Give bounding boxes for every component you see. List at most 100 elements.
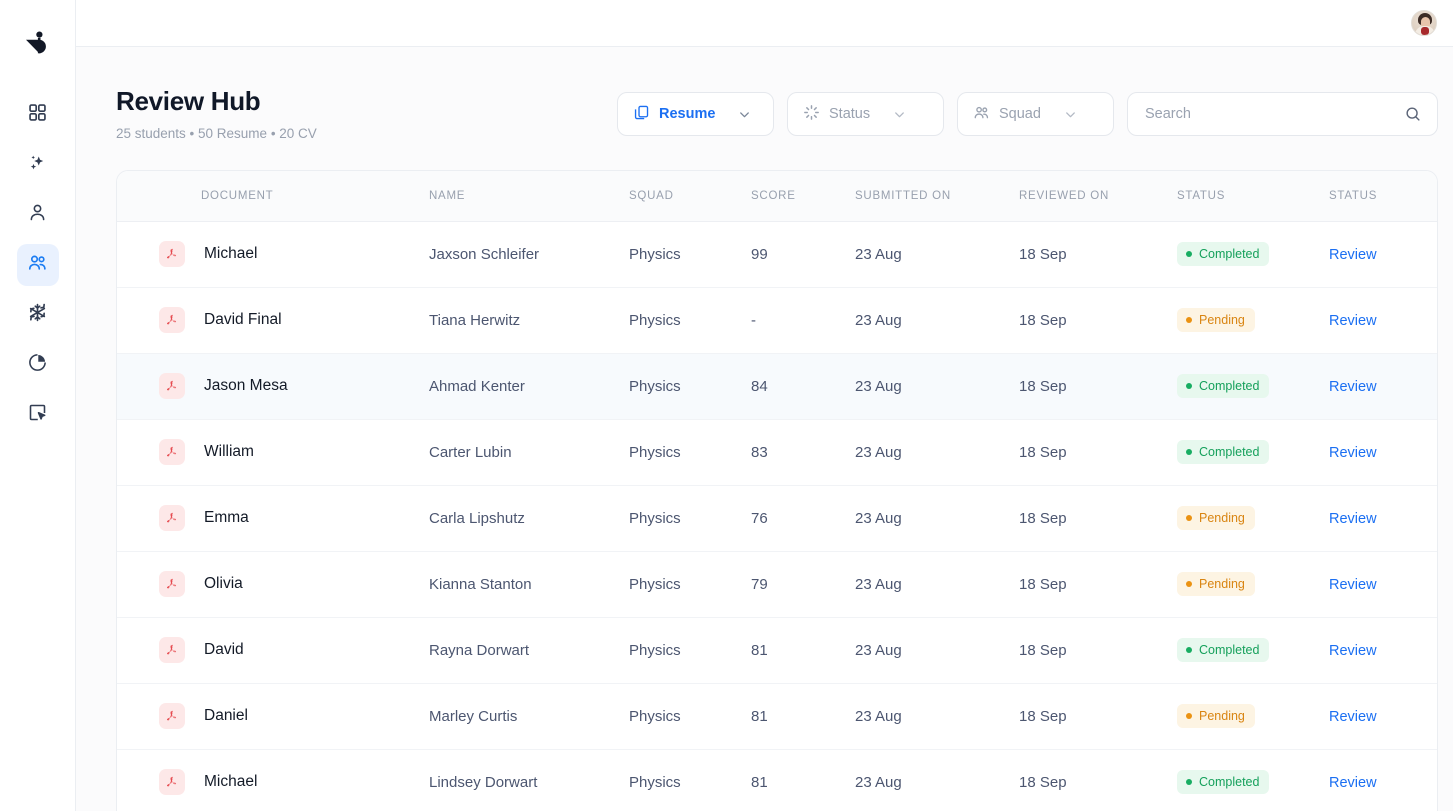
cell-squad: Physics [629, 749, 751, 811]
column-header-status[interactable]: STATUS [1177, 171, 1329, 222]
sidebar [0, 0, 76, 811]
copy-document-icon [633, 104, 650, 125]
column-header-squad[interactable]: SQUAD [629, 171, 751, 222]
table-row[interactable]: David Rayna Dorwart Physics 81 23 Aug 18… [117, 617, 1437, 684]
column-header-reviewed-on[interactable]: REVIEWED ON [1019, 171, 1177, 222]
table-row[interactable]: Emma Carla Lipshutz Physics 76 23 Aug 18… [117, 485, 1437, 552]
status-dot [1186, 449, 1192, 455]
cell-submitted-on: 23 Aug [855, 287, 1019, 354]
table-header-row: DOCUMENT NAME SQUAD SCORE SUBMITTED ON R… [117, 171, 1437, 222]
cell-status: Completed [1177, 749, 1329, 811]
search-input[interactable] [1145, 106, 1385, 122]
column-header-name[interactable]: NAME [429, 171, 629, 222]
sidebar-item-analytics[interactable] [17, 344, 59, 386]
table-row[interactable]: Michael Lindsey Dorwart Physics 81 23 Au… [117, 749, 1437, 811]
student-name: Lindsey Dorwart [429, 773, 538, 791]
submitted-date: 23 Aug [855, 377, 902, 395]
review-link[interactable]: Review [1329, 577, 1377, 593]
review-link[interactable]: Review [1329, 643, 1377, 659]
table-row[interactable]: Daniel Marley Curtis Physics 81 23 Aug 1… [117, 683, 1437, 750]
chevron-down-icon [737, 107, 752, 122]
cell-squad: Physics [629, 551, 751, 618]
pdf-file-icon [159, 769, 185, 795]
sidebar-item-profile[interactable] [17, 194, 59, 236]
reviewed-date: 18 Sep [1019, 443, 1067, 461]
document-name: Jason Mesa [204, 377, 288, 394]
status-label: Completed [1199, 247, 1260, 261]
column-header-document[interactable]: DOCUMENT [117, 171, 429, 222]
filter-status[interactable]: Status [787, 92, 944, 136]
cell-action: Review [1329, 221, 1437, 288]
table-row[interactable]: Jason Mesa Ahmad Kenter Physics 84 23 Au… [117, 353, 1437, 420]
table-row[interactable]: Michael Jaxson Schleifer Physics 99 23 A… [117, 221, 1437, 288]
review-link[interactable]: Review [1329, 379, 1377, 395]
submitted-date: 23 Aug [855, 311, 902, 329]
squad-value: Physics [629, 443, 681, 461]
grid-icon [27, 102, 48, 128]
cell-name: Tiana Herwitz [429, 287, 629, 354]
chevron-down-icon [892, 107, 907, 122]
cell-score: 99 [751, 221, 855, 288]
sidebar-item-review[interactable] [17, 394, 59, 436]
column-header-submitted-on[interactable]: SUBMITTED ON [855, 171, 1019, 222]
column-header-status-action[interactable]: STATUS [1329, 171, 1437, 222]
review-link[interactable]: Review [1329, 709, 1377, 725]
review-link[interactable]: Review [1329, 511, 1377, 527]
status-label: Pending [1199, 577, 1245, 591]
status-dot [1186, 647, 1192, 653]
cell-score: 81 [751, 683, 855, 750]
submitted-date: 23 Aug [855, 773, 902, 791]
status-badge: Completed [1177, 770, 1270, 794]
status-badge: Completed [1177, 374, 1270, 398]
student-name: Tiana Herwitz [429, 311, 521, 329]
cell-document: Daniel [117, 683, 429, 750]
status-label: Completed [1199, 643, 1260, 657]
review-link[interactable]: Review [1329, 247, 1377, 263]
cell-submitted-on: 23 Aug [855, 551, 1019, 618]
student-name: Marley Curtis [429, 707, 518, 725]
status-dot [1186, 779, 1192, 785]
status-badge: Pending [1177, 704, 1255, 728]
sidebar-item-modules[interactable] [17, 294, 59, 336]
reviewed-date: 18 Sep [1019, 311, 1067, 329]
squad-value: Physics [629, 707, 681, 725]
cell-reviewed-on: 18 Sep [1019, 419, 1177, 486]
sidebar-item-ai-assist[interactable] [17, 144, 59, 186]
search-icon[interactable] [1404, 105, 1422, 123]
cell-squad: Physics [629, 485, 751, 552]
cell-action: Review [1329, 287, 1437, 354]
filter-resume[interactable]: Resume [617, 92, 774, 136]
cell-submitted-on: 23 Aug [855, 749, 1019, 811]
table-row[interactable]: William Carter Lubin Physics 83 23 Aug 1… [117, 419, 1437, 486]
cell-submitted-on: 23 Aug [855, 617, 1019, 684]
cell-name: Marley Curtis [429, 683, 629, 750]
sparkles-icon [27, 152, 48, 178]
review-link[interactable]: Review [1329, 313, 1377, 329]
cell-squad: Physics [629, 221, 751, 288]
cell-document: Jason Mesa [117, 353, 429, 420]
status-badge: Pending [1177, 308, 1255, 332]
avatar[interactable] [1411, 10, 1437, 36]
sidebar-item-dashboard[interactable] [17, 94, 59, 136]
column-header-score[interactable]: SCORE [751, 171, 855, 222]
student-name: Rayna Dorwart [429, 641, 530, 659]
table-row[interactable]: Olivia Kianna Stanton Physics 79 23 Aug … [117, 551, 1437, 618]
status-label: Completed [1199, 379, 1260, 393]
cell-name: Carter Lubin [429, 419, 629, 486]
filter-squad[interactable]: Squad [957, 92, 1114, 136]
table-row[interactable]: David Final Tiana Herwitz Physics - 23 A… [117, 287, 1437, 354]
pdf-file-icon [159, 637, 185, 663]
sidebar-item-students[interactable] [16, 244, 59, 286]
review-link[interactable]: Review [1329, 445, 1377, 461]
document-name: David [204, 641, 244, 658]
cell-status: Pending [1177, 287, 1329, 354]
bird-logo[interactable] [21, 26, 55, 60]
review-link[interactable]: Review [1329, 775, 1377, 791]
score-value: 81 [751, 773, 768, 791]
search-box[interactable] [1127, 92, 1438, 136]
status-badge: Pending [1177, 506, 1255, 530]
cell-reviewed-on: 18 Sep [1019, 683, 1177, 750]
cell-score: - [751, 287, 855, 354]
column-label: DOCUMENT [201, 189, 274, 202]
table-body: Michael Jaxson Schleifer Physics 99 23 A… [117, 221, 1437, 811]
